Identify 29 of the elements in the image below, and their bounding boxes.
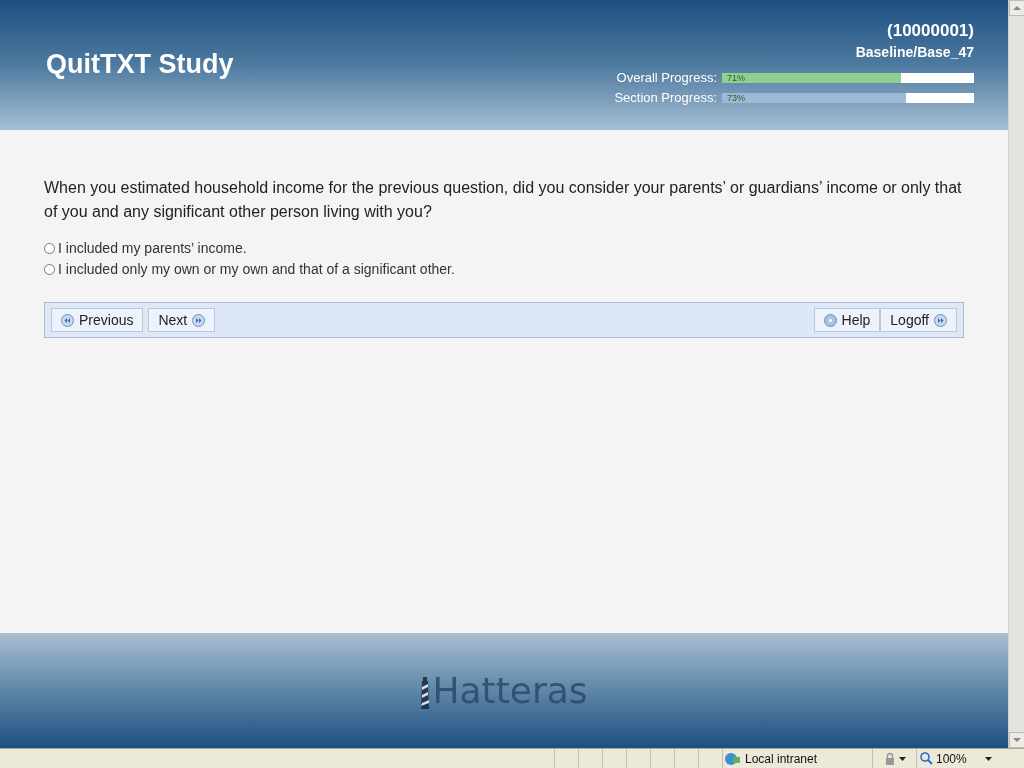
zoom-level[interactable]: 100% xyxy=(936,749,967,768)
study-title: QuitTXT Study xyxy=(46,48,234,81)
progress-label: Overall Progress: xyxy=(616,70,717,86)
section-name: Baseline/Base_47 xyxy=(855,43,974,62)
question-text: When you estimated household income for the previous question, did you consider your parents’ or guardians’ income or only that of you and any significant other person living with you? xyxy=(44,178,963,222)
radio-button[interactable] xyxy=(44,264,55,275)
radio-button[interactable] xyxy=(44,243,55,254)
fast-forward-icon xyxy=(934,313,947,327)
help-button[interactable]: Help xyxy=(813,308,881,332)
scroll-up-icon[interactable] xyxy=(1009,0,1024,16)
scrollbar[interactable] xyxy=(1008,0,1024,748)
zone-label: Local intranet xyxy=(745,750,818,768)
caret-icon[interactable] xyxy=(985,756,992,761)
nav-button[interactable]: Previous xyxy=(51,308,144,332)
progress-reading: 71% xyxy=(727,72,745,84)
participant-id: (10000001) xyxy=(887,20,974,42)
fast-forward-icon xyxy=(192,313,206,327)
progress-label: Section Progress: xyxy=(614,90,717,106)
caret-icon[interactable] xyxy=(899,756,906,761)
nav-button[interactable]: Logoff xyxy=(880,308,957,332)
nav-button[interactable]: Next xyxy=(148,308,216,332)
scroll-down-icon[interactable] xyxy=(1009,732,1024,748)
zoom-icon[interactable] xyxy=(920,752,933,765)
progress-reading: 73% xyxy=(727,92,745,104)
lighthouse-icon xyxy=(420,676,431,709)
option-label[interactable]: I included my parents’ income. xyxy=(58,240,247,257)
rewind-icon xyxy=(61,313,74,327)
option-label[interactable]: I included only my own or my own and that of a significant other. xyxy=(58,261,455,278)
footer-logo: Hatteras xyxy=(432,672,588,709)
